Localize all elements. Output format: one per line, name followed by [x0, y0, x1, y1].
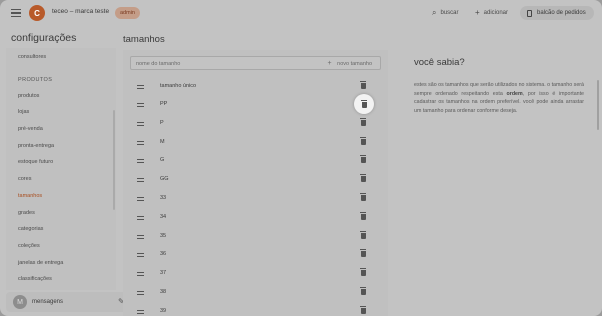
trash-icon[interactable]	[359, 212, 367, 221]
drag-handle-icon[interactable]	[137, 85, 144, 90]
size-row[interactable]: G	[123, 151, 388, 169]
size-label: 39	[160, 308, 167, 314]
sidebar-item-categorias[interactable]: categorias	[18, 226, 43, 232]
drag-handle-icon[interactable]	[137, 216, 144, 221]
sidebar-item-estoque-futuro[interactable]: estoque futuro	[18, 159, 53, 165]
drag-handle-icon[interactable]	[137, 122, 144, 127]
size-label: G	[160, 157, 165, 163]
size-row[interactable]: 38	[123, 283, 388, 301]
size-row[interactable]: PP	[123, 94, 388, 114]
size-label: 33	[160, 195, 167, 201]
size-label: 38	[160, 289, 167, 295]
size-search-box: + novo tamanho	[130, 56, 381, 70]
drag-handle-icon[interactable]	[137, 103, 144, 108]
menu-icon[interactable]	[11, 9, 21, 17]
sidebar-scrollbar[interactable]	[113, 110, 115, 210]
drag-handle-icon[interactable]	[137, 197, 144, 202]
top-bar: C teceo – marca teste admin ⌕ buscar + a…	[0, 0, 602, 26]
page-scrollbar[interactable]	[597, 80, 599, 130]
sidebar-section-heading: PRODUTOS	[18, 77, 53, 83]
trash-icon[interactable]	[359, 174, 367, 183]
size-label: 36	[160, 251, 167, 257]
trash-icon[interactable]	[359, 268, 367, 277]
plus-icon: +	[475, 8, 480, 17]
trash-icon[interactable]	[359, 287, 367, 296]
brand-avatar[interactable]: C	[29, 5, 45, 21]
settings-title: configurações	[11, 32, 77, 44]
trash-icon[interactable]	[359, 81, 367, 90]
sidebar-item-lojas[interactable]: lojas	[18, 109, 29, 115]
trash-icon[interactable]	[360, 100, 368, 109]
trash-icon[interactable]	[359, 231, 367, 240]
size-label: GG	[160, 176, 169, 182]
document-icon	[527, 9, 532, 17]
trash-icon[interactable]	[359, 118, 367, 127]
tip-text: estes são os tamanhos que serão utilizad…	[414, 81, 584, 115]
drag-handle-icon[interactable]	[137, 272, 144, 277]
size-label: M	[160, 139, 165, 145]
drag-handle-icon[interactable]	[137, 159, 144, 164]
sidebar-item-produtos[interactable]: produtos	[18, 93, 39, 99]
search-button-label: buscar	[440, 10, 459, 16]
order-counter-label: balcão de pedidos	[537, 10, 586, 16]
size-label: 35	[160, 233, 167, 239]
trash-icon[interactable]	[359, 137, 367, 146]
size-row[interactable]: GG	[123, 170, 388, 188]
size-row[interactable]: tamanho único	[123, 77, 388, 95]
size-row[interactable]: 36	[123, 245, 388, 263]
drag-handle-icon[interactable]	[137, 141, 144, 146]
drag-handle-icon[interactable]	[137, 178, 144, 183]
add-button-label: adicionar	[483, 9, 509, 16]
sidebar-item-consultores[interactable]: consultores	[18, 54, 46, 60]
sidebar-item-colecoes[interactable]: coleções	[18, 243, 40, 249]
size-label: tamanho único	[160, 83, 197, 89]
size-row[interactable]: 35	[123, 227, 388, 245]
search-button[interactable]: ⌕ buscar	[432, 8, 459, 18]
brand-name[interactable]: teceo – marca teste	[52, 8, 109, 15]
size-name-input[interactable]	[136, 59, 286, 68]
size-row[interactable]: 39	[123, 302, 388, 316]
trash-icon[interactable]	[359, 193, 367, 202]
trash-icon[interactable]	[359, 306, 367, 315]
app-window: C teceo – marca teste admin ⌕ buscar + a…	[0, 0, 602, 316]
add-button[interactable]: + adicionar	[475, 8, 508, 17]
size-row[interactable]: 34	[123, 208, 388, 226]
trash-icon[interactable]	[359, 155, 367, 164]
size-label: PP	[160, 101, 168, 107]
sizes-panel: + novo tamanho tamanho único PP P M	[123, 50, 388, 316]
size-row[interactable]: P	[123, 114, 388, 132]
sidebar-item-grades[interactable]: grades	[18, 210, 35, 216]
size-label: 34	[160, 214, 167, 220]
sidebar-item-janelas-de-entrega[interactable]: janelas de entrega	[18, 260, 63, 266]
size-row[interactable]: M	[123, 133, 388, 151]
size-label: P	[160, 120, 164, 126]
size-row[interactable]: 33	[123, 189, 388, 207]
new-size-button[interactable]: + novo tamanho	[328, 60, 372, 67]
new-size-label: novo tamanho	[337, 61, 372, 67]
avatar: M	[13, 295, 27, 309]
settings-sidebar: consultores PRODUTOS produtos lojas pré-…	[6, 48, 116, 290]
drag-handle-icon[interactable]	[137, 235, 144, 240]
size-label: 37	[160, 270, 167, 276]
page-title: tamanhos	[123, 34, 165, 45]
sidebar-item-pronta-entrega[interactable]: pronta-entrega	[18, 143, 54, 149]
plus-icon: +	[327, 60, 332, 67]
sidebar-item-tamanhos[interactable]: tamanhos	[18, 193, 42, 199]
tip-text-bold: ordem	[506, 90, 523, 97]
messages-label: mensagens	[32, 299, 64, 305]
tip-title: você sabia?	[414, 57, 465, 68]
sidebar-item-pre-venda[interactable]: pré-venda	[18, 126, 43, 132]
drag-handle-icon[interactable]	[137, 291, 144, 296]
order-counter-button[interactable]: balcão de pedidos	[520, 6, 594, 20]
sidebar-item-classificacoes[interactable]: classificações	[18, 276, 52, 282]
drag-handle-icon[interactable]	[137, 253, 144, 258]
trash-icon[interactable]	[359, 249, 367, 258]
drag-handle-icon[interactable]	[137, 310, 144, 315]
size-row[interactable]: 37	[123, 264, 388, 282]
search-icon: ⌕	[432, 8, 437, 17]
role-badge: admin	[115, 7, 140, 19]
sidebar-item-cores[interactable]: cores	[18, 176, 31, 182]
